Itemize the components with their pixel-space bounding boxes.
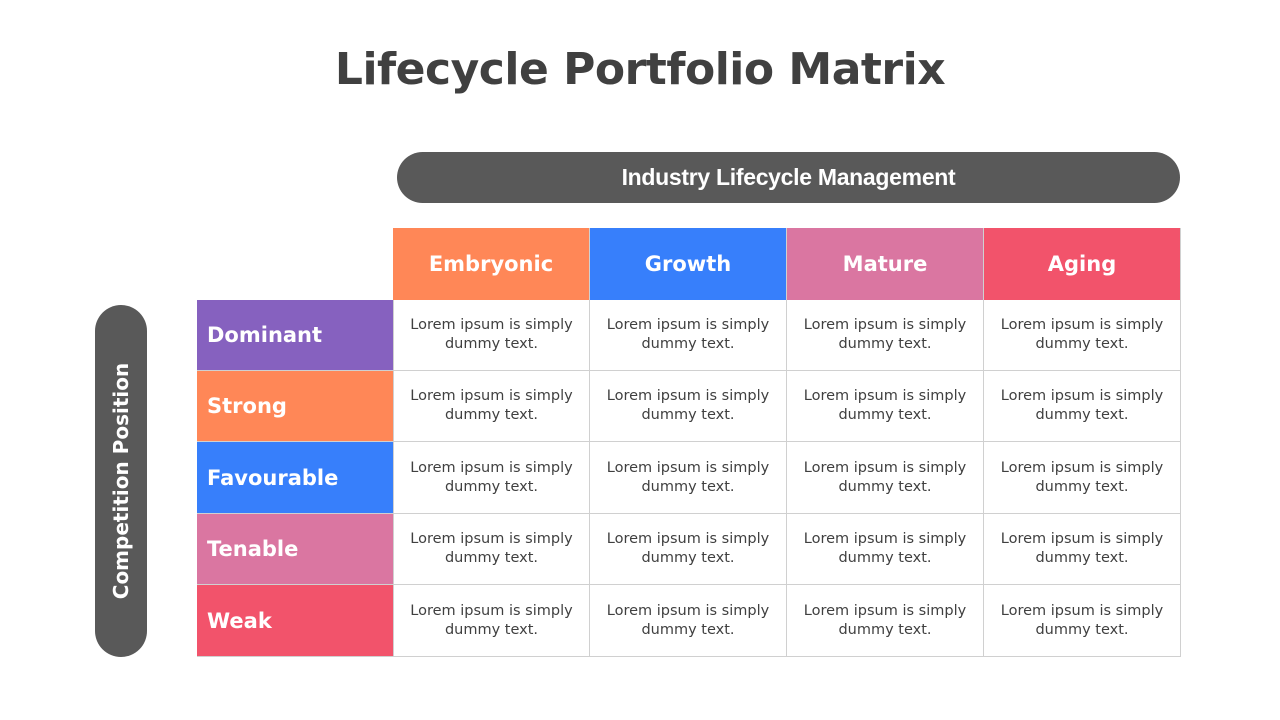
row-header-favourable: Favourable xyxy=(197,442,393,514)
matrix-cell: Lorem ipsum is simply dummy text. xyxy=(393,300,590,371)
matrix-cell: Lorem ipsum is simply dummy text. xyxy=(590,585,787,657)
matrix-cell: Lorem ipsum is simply dummy text. xyxy=(984,442,1181,514)
matrix-cell: Lorem ipsum is simply dummy text. xyxy=(787,514,984,585)
row-axis-label-text: Competition Position xyxy=(109,362,133,600)
matrix-cell: Lorem ipsum is simply dummy text. xyxy=(984,585,1181,657)
matrix-cell: Lorem ipsum is simply dummy text. xyxy=(590,300,787,371)
matrix-cell: Lorem ipsum is simply dummy text. xyxy=(787,585,984,657)
column-axis-label-text: Industry Lifecycle Management xyxy=(621,164,956,190)
column-header-mature: Mature xyxy=(787,228,984,300)
matrix-cell: Lorem ipsum is simply dummy text. xyxy=(984,371,1181,442)
matrix-cell: Lorem ipsum is simply dummy text. xyxy=(590,371,787,442)
row-header-strong: Strong xyxy=(197,371,393,442)
matrix-cell: Lorem ipsum is simply dummy text. xyxy=(984,514,1181,585)
column-header-embryonic: Embryonic xyxy=(393,228,590,300)
column-header-growth: Growth xyxy=(590,228,787,300)
matrix-cell: Lorem ipsum is simply dummy text. xyxy=(590,514,787,585)
matrix-corner xyxy=(197,228,393,300)
column-header-aging: Aging xyxy=(984,228,1181,300)
matrix-cell: Lorem ipsum is simply dummy text. xyxy=(393,585,590,657)
column-axis-label: Industry Lifecycle Management xyxy=(397,152,1180,203)
matrix-cell: Lorem ipsum is simply dummy text. xyxy=(787,442,984,514)
matrix-cell: Lorem ipsum is simply dummy text. xyxy=(590,442,787,514)
lifecycle-matrix: Embryonic Growth Mature Aging Dominant Lorem … xyxy=(197,228,1181,657)
matrix-cell: Lorem ipsum is simply dummy text. xyxy=(393,371,590,442)
matrix-cell: Lorem ipsum is simply dummy text. xyxy=(787,300,984,371)
page-title: Lifecycle Portfolio Matrix xyxy=(334,44,946,95)
matrix-cell: Lorem ipsum is simply dummy text. xyxy=(393,442,590,514)
matrix-cell: Lorem ipsum is simply dummy text. xyxy=(787,371,984,442)
matrix-cell: Lorem ipsum is simply dummy text. xyxy=(984,300,1181,371)
row-axis-label: Competition Position xyxy=(95,305,147,657)
row-header-dominant: Dominant xyxy=(197,300,393,371)
row-header-weak: Weak xyxy=(197,585,393,657)
row-header-tenable: Tenable xyxy=(197,514,393,585)
matrix-cell: Lorem ipsum is simply dummy text. xyxy=(393,514,590,585)
